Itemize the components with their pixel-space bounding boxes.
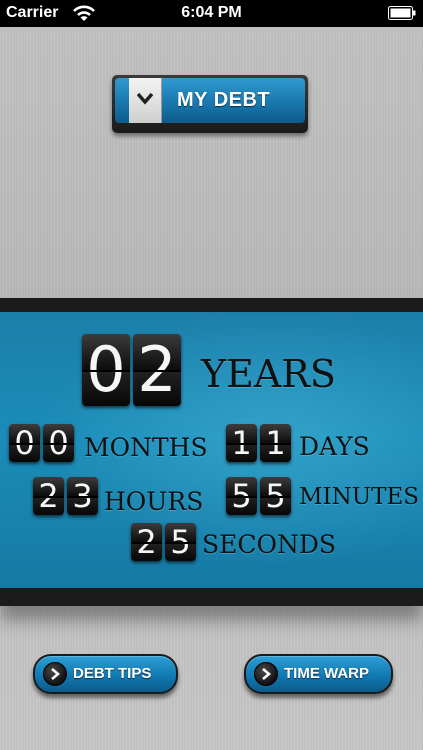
months-label: MONTHS [84, 433, 208, 462]
chevron-down-icon [137, 92, 153, 105]
years-digit-ones: 2 [133, 334, 181, 406]
selector-toggle [129, 78, 162, 123]
debt-tips-button[interactable]: DEBT TIPS [33, 654, 178, 694]
years-digits: 0 2 [82, 334, 181, 406]
debt-tips-circle [43, 662, 67, 686]
time-warp-button[interactable]: TIME WARP [244, 654, 393, 694]
minutes-label: MINUTES [299, 484, 420, 510]
chevron-right-icon [262, 668, 271, 680]
hours-digit-ones: 3 [67, 477, 98, 515]
years-label: YEARS [201, 352, 336, 396]
days-label: DAYS [299, 432, 370, 461]
status-bar: Carrier 6:04 PM [0, 0, 423, 27]
days-digits: 1 1 [226, 424, 291, 462]
days-digit-ones: 1 [260, 424, 291, 462]
days-digit-tens: 1 [226, 424, 257, 462]
minutes-digit-ones: 5 [260, 477, 291, 515]
seconds-label: SECONDS [202, 530, 337, 559]
time-warp-label: TIME WARP [284, 665, 369, 682]
debt-tips-label: DEBT TIPS [73, 665, 152, 682]
seconds-digits: 2 5 [131, 523, 196, 561]
countdown-background: 0 2 YEARS 0 0 MONTHS 1 1 DAYS 2 3 HOURS … [0, 312, 423, 588]
time-warp-circle [254, 662, 278, 686]
hours-digits: 2 3 [33, 477, 98, 515]
months-digits: 0 0 [9, 424, 74, 462]
hours-digit-tens: 2 [33, 477, 64, 515]
chevron-right-icon [51, 668, 60, 680]
countdown-panel: 0 2 YEARS 0 0 MONTHS 1 1 DAYS 2 3 HOURS … [0, 298, 423, 606]
hours-label: HOURS [104, 487, 204, 516]
months-digit-ones: 0 [43, 424, 74, 462]
battery-icon [388, 6, 416, 20]
seconds-digit-ones: 5 [165, 523, 196, 561]
months-digit-tens: 0 [9, 424, 40, 462]
debt-selector-button[interactable]: MY DEBT [112, 75, 308, 133]
status-time: 6:04 PM [181, 4, 242, 21]
years-digit-tens: 0 [82, 334, 130, 406]
debt-selector-label: MY DEBT [177, 89, 271, 111]
minutes-digit-tens: 5 [226, 477, 257, 515]
seconds-digit-tens: 2 [131, 523, 162, 561]
debt-selector-face: MY DEBT [115, 78, 305, 123]
minutes-digits: 5 5 [226, 477, 291, 515]
